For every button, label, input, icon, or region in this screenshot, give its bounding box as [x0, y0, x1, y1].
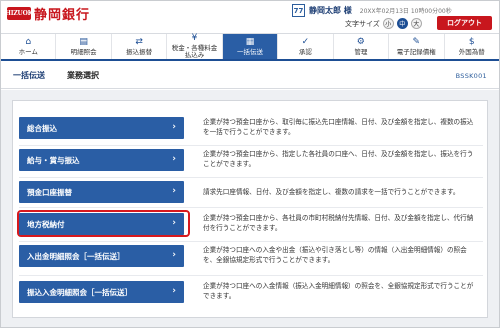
- nav-bulk-transfer[interactable]: ▦ 一括伝送: [222, 34, 279, 59]
- nav-label: 外国為替: [458, 47, 485, 56]
- menu-button-label: 振込入金明細照会［一括伝送］: [27, 287, 132, 297]
- nav-label: 振込振替: [126, 47, 153, 56]
- chevron-right-icon: ›: [172, 154, 176, 164]
- menu-button-label: 入出金明細照会［一括伝送］: [27, 251, 125, 261]
- tax-icon: ¥: [191, 33, 198, 43]
- chevron-right-icon: ›: [172, 122, 176, 132]
- bulk-transfer-icon: ▦: [245, 36, 255, 47]
- service-description: 企業が持つ預金口座から、指定した各社員の口座へ、日付、及び金額を指定し、振込を行…: [203, 150, 474, 168]
- menu-button-label: 給与・賞与振込: [27, 155, 80, 165]
- row-divider: [19, 241, 483, 242]
- bank-logo-mark: SHIZUOKA: [1, 7, 37, 20]
- service-menu-panel: 総合振込 › 企業が持つ預金口座から、取引毎に振込先口座情報、日付、及び金額を指…: [12, 100, 488, 318]
- nav-label: ホーム: [18, 47, 38, 56]
- menu-button-account-debit[interactable]: 預金口座振替 ›: [19, 181, 184, 203]
- service-row: 地方税納付 › 企業が持つ預金口座から、各社員の市町村税納付先情報、日付、及び金…: [19, 213, 483, 235]
- service-row: 振込入金明細照会［一括伝送］ › 企業が持つ口座への入金情報（振込入金明細情報）…: [19, 281, 483, 303]
- row-divider: [19, 207, 483, 208]
- chevron-right-icon: ›: [172, 186, 176, 196]
- forex-icon: $: [468, 36, 475, 47]
- user-name: 静岡太郎 様: [309, 6, 352, 15]
- nav-forex[interactable]: $ 外国為替: [445, 34, 499, 59]
- screen-id: BSSK001: [455, 71, 487, 80]
- service-row: 入出金明細照会［一括伝送］ › 企業が持つ口座への入金や出金（振込や引き落とし等…: [19, 245, 483, 267]
- last-login-time: 20XX年02月13日 10時00分00秒: [359, 8, 452, 15]
- text-size-small-button[interactable]: 小: [382, 18, 394, 29]
- nav-label: 承認: [298, 47, 312, 56]
- nav-approval[interactable]: ✓ 承認: [278, 34, 334, 59]
- service-row: 給与・賞与振込 › 企業が持つ預金口座から、指定した各社員の口座へ、日付、及び金…: [19, 149, 483, 171]
- home-icon: ⌂: [25, 36, 32, 47]
- bank-logo[interactable]: SHIZUOKA 静岡銀行: [1, 4, 91, 23]
- text-size-large-button[interactable]: 大: [410, 18, 422, 29]
- service-row: 総合振込 › 企業が持つ預金口座から、取引毎に振込先口座情報、日付、及び金額を指…: [19, 117, 483, 139]
- nav-transfer[interactable]: ⇄ 振込振替: [112, 34, 168, 59]
- row-divider: [19, 145, 483, 146]
- text-size-medium-button[interactable]: 中: [396, 18, 408, 29]
- menu-button-deposit-withdrawal-inquiry[interactable]: 入出金明細照会［一括伝送］ ›: [19, 245, 184, 267]
- bank-logo-mark-text: SHIZUOKA: [1, 10, 37, 17]
- service-description: 請求先口座情報、日付、及び金額を指定し、複数の請求を一括で行うことができます。: [203, 188, 460, 196]
- user-badge-icon: 77: [292, 4, 305, 17]
- service-description: 企業が持つ口座への入金や出金（振込や引き落とし等）の情報（入出金明細情報）の照会…: [203, 246, 467, 264]
- service-description: 企業が持つ口座への入金情報（振込入金明細情報）の照会を、全銀協規定形式で行うこと…: [203, 282, 474, 300]
- nav-label: 一括伝送: [236, 47, 263, 56]
- chevron-right-icon: ›: [172, 250, 176, 260]
- menu-button-label: 地方税納付: [27, 219, 65, 229]
- chevron-right-icon: ›: [172, 218, 176, 228]
- transfer-icon: ⇄: [135, 36, 143, 47]
- chevron-right-icon: ›: [172, 286, 176, 296]
- page-title: 業務選択: [67, 71, 99, 80]
- bank-name: 静岡銀行: [34, 8, 91, 23]
- page-title-bar: 一括伝送 業務選択 BSSK001: [1, 63, 499, 89]
- nav-label: 明細照会: [70, 47, 97, 56]
- logout-button[interactable]: ログアウト: [437, 16, 492, 30]
- menu-button-transfer-deposit-inquiry[interactable]: 振込入金明細照会［一括伝送］ ›: [19, 281, 184, 303]
- row-divider: [19, 177, 483, 178]
- text-size-label: 文字サイズ: [345, 19, 380, 28]
- document-icon: ▤: [79, 36, 88, 47]
- nav-home[interactable]: ⌂ ホーム: [1, 34, 57, 59]
- nav-label: 税金・各種料金 払込み: [171, 44, 218, 59]
- nav-e-bond[interactable]: ✎ 電子記録債権: [389, 34, 445, 59]
- global-nav: ⌂ ホーム ▤ 明細照会 ⇄ 振込振替 ¥ 税金・各種料金 払込み ▦ 一括伝送 ✓ 承認 …: [1, 33, 499, 61]
- nav-statements[interactable]: ▤ 明細照会: [56, 34, 112, 59]
- text-size-control: 文字サイズ 小 中 大: [345, 18, 422, 29]
- breadcrumb-section: 一括伝送: [13, 71, 45, 80]
- row-divider: [19, 275, 483, 276]
- nav-label: 管理: [354, 47, 368, 56]
- nav-tax-payment[interactable]: ¥ 税金・各種料金 払込み: [167, 33, 223, 59]
- user-info: 77 静岡太郎 様 20XX年02月13日 10時00分00秒: [292, 4, 452, 17]
- service-row: 預金口座振替 › 請求先口座情報、日付、及び金額を指定し、複数の請求を一括で行う…: [19, 181, 483, 203]
- e-bond-icon: ✎: [412, 36, 421, 47]
- header: SHIZUOKA 静岡銀行 77 静岡太郎 様 20XX年02月13日 10時0…: [1, 1, 499, 31]
- service-description: 企業が持つ預金口座から、各社員の市町村税納付先情報、日付、及び金額を指定し、代行…: [203, 214, 474, 232]
- nav-label: 電子記録債権: [396, 47, 436, 56]
- nav-admin[interactable]: ⚙ 管理: [334, 34, 390, 59]
- menu-button-general-transfer[interactable]: 総合振込 ›: [19, 117, 184, 139]
- menu-button-label: 総合振込: [27, 123, 57, 133]
- admin-icon: ⚙: [356, 36, 365, 47]
- approval-icon: ✓: [301, 36, 310, 47]
- menu-button-label: 預金口座振替: [27, 187, 72, 197]
- menu-button-salary-transfer[interactable]: 給与・賞与振込 ›: [19, 149, 184, 171]
- menu-button-local-tax[interactable]: 地方税納付 ›: [19, 213, 184, 235]
- service-description: 企業が持つ預金口座から、取引毎に振込先口座情報、日付、及び金額を指定し、複数の振…: [203, 118, 474, 136]
